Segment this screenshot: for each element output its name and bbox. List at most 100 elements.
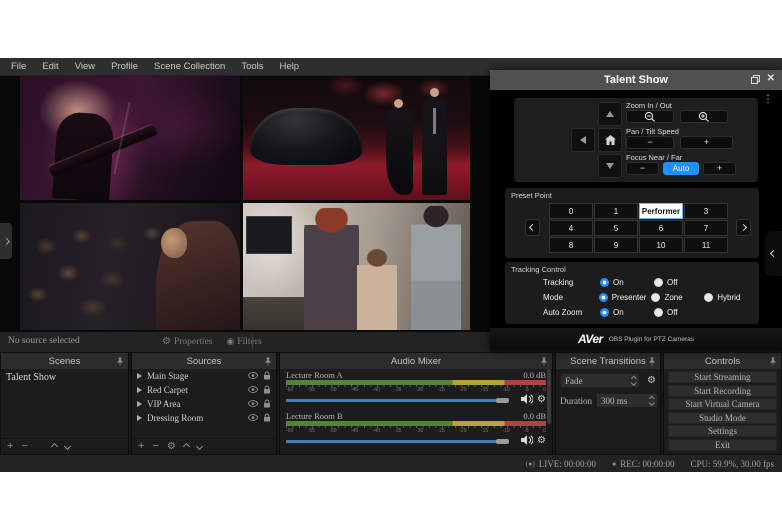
zoom-in-button[interactable] xyxy=(680,110,728,123)
visibility-eye-icon[interactable] xyxy=(248,413,258,423)
pin-icon[interactable] xyxy=(264,357,272,369)
radio-icon[interactable] xyxy=(654,308,663,317)
pin-icon[interactable] xyxy=(769,357,777,369)
mode-zone-option[interactable]: Zone xyxy=(651,293,704,302)
radio-selected-icon[interactable] xyxy=(600,278,609,287)
lock-icon[interactable] xyxy=(263,385,271,396)
radio-selected-icon[interactable] xyxy=(599,293,608,302)
kebab-menu-icon[interactable]: ⋮ xyxy=(763,94,773,105)
menu-scene-collection[interactable]: Scene Collection xyxy=(146,58,233,75)
radio-selected-icon[interactable] xyxy=(600,308,609,317)
pin-icon[interactable] xyxy=(540,357,548,369)
preview-source-dressing-room[interactable] xyxy=(243,203,470,330)
lock-icon[interactable] xyxy=(263,413,271,424)
preset-1-button[interactable]: 1 xyxy=(594,203,638,219)
dock-float-icon[interactable] xyxy=(751,75,760,87)
menu-edit[interactable]: Edit xyxy=(34,58,66,75)
visibility-eye-icon[interactable] xyxy=(248,385,258,395)
volume-slider[interactable] xyxy=(286,398,517,403)
source-down-button[interactable] xyxy=(196,443,203,450)
spinner-arrows-icon[interactable] xyxy=(650,397,654,405)
volume-handle[interactable] xyxy=(496,439,509,444)
preview-source-main-stage[interactable] xyxy=(20,76,240,200)
speaker-icon[interactable] xyxy=(521,432,533,450)
preset-performer-button[interactable]: Performer xyxy=(639,203,683,219)
source-row-red-carpet[interactable]: Red Carpet xyxy=(132,383,276,397)
scene-up-button[interactable] xyxy=(51,443,58,450)
scene-item-talent-show[interactable]: Talent Show xyxy=(1,369,128,386)
pin-icon[interactable] xyxy=(648,357,656,369)
add-scene-button[interactable]: + xyxy=(7,441,13,452)
radio-icon[interactable] xyxy=(654,278,663,287)
preset-6-button[interactable]: 6 xyxy=(639,220,683,236)
start-streaming-button[interactable]: Start Streaming xyxy=(668,371,777,383)
speed-minus-button[interactable]: − xyxy=(626,136,674,149)
volume-handle[interactable] xyxy=(496,398,509,403)
focus-near-button[interactable]: − xyxy=(626,162,659,175)
speed-plus-button[interactable]: + xyxy=(680,136,733,149)
transition-gear-button[interactable]: ⚙ xyxy=(644,373,659,388)
speaker-icon[interactable] xyxy=(521,391,533,409)
studio-mode-button[interactable]: Studio Mode xyxy=(668,412,777,424)
transition-select[interactable]: Fade xyxy=(560,373,640,388)
properties-button[interactable]: ⚙ Properties xyxy=(162,337,213,347)
zoom-out-button[interactable] xyxy=(626,110,674,123)
menu-tools[interactable]: Tools xyxy=(233,58,271,75)
expand-icon[interactable] xyxy=(137,415,142,421)
radio-icon[interactable] xyxy=(704,293,713,302)
preview-source-vip-area[interactable] xyxy=(20,203,240,330)
preset-3-button[interactable]: 3 xyxy=(684,203,728,219)
start-virtual-camera-button[interactable]: Start Virtual Camera xyxy=(668,398,777,410)
tilt-down-button[interactable] xyxy=(598,154,622,178)
volume-slider[interactable] xyxy=(286,439,517,444)
visibility-eye-icon[interactable] xyxy=(248,371,258,381)
preset-11-button[interactable]: 11 xyxy=(684,237,728,253)
start-recording-button[interactable]: Start Recording xyxy=(668,385,777,397)
mixer-scrollbar[interactable] xyxy=(546,369,552,454)
source-row-vip-area[interactable]: VIP Area xyxy=(132,397,276,411)
add-source-button[interactable]: + xyxy=(138,441,144,452)
auto-zoom-on-option[interactable]: On xyxy=(600,308,654,317)
focus-far-button[interactable]: + xyxy=(703,162,736,175)
preset-4-button[interactable]: 4 xyxy=(549,220,593,236)
preset-next-button[interactable] xyxy=(736,219,751,236)
expand-icon[interactable] xyxy=(137,373,142,379)
source-properties-gear-icon[interactable]: ⚙ xyxy=(167,442,176,452)
mode-presenter-option[interactable]: Presenter xyxy=(599,293,652,302)
preview-source-red-carpet[interactable] xyxy=(243,76,470,200)
radio-icon[interactable] xyxy=(651,293,660,302)
mode-hybrid-option[interactable]: Hybrid xyxy=(704,293,757,302)
ptz-panel-header[interactable]: Talent Show ✕ xyxy=(490,70,782,90)
pan-left-button[interactable] xyxy=(571,128,595,152)
channel-gear-icon[interactable]: ⚙ xyxy=(537,436,546,446)
menu-help[interactable]: Help xyxy=(272,58,308,75)
remove-source-button[interactable]: − xyxy=(152,441,158,452)
scene-down-button[interactable] xyxy=(64,443,71,450)
visibility-eye-icon[interactable] xyxy=(248,399,258,409)
source-row-dressing-room[interactable]: Dressing Room xyxy=(132,411,276,425)
settings-button[interactable]: Settings xyxy=(668,425,777,437)
focus-auto-button[interactable]: Auto xyxy=(663,162,699,175)
preset-0-button[interactable]: 0 xyxy=(549,203,593,219)
home-button[interactable] xyxy=(598,128,622,152)
auto-zoom-off-option[interactable]: Off xyxy=(654,308,708,317)
preset-9-button[interactable]: 9 xyxy=(594,237,638,253)
preset-10-button[interactable]: 10 xyxy=(639,237,683,253)
menu-view[interactable]: View xyxy=(67,58,103,75)
filters-button[interactable]: ◉ Filters xyxy=(227,337,262,347)
lock-icon[interactable] xyxy=(263,371,271,382)
remove-scene-button[interactable]: − xyxy=(21,441,27,452)
scrollbar-thumb[interactable] xyxy=(547,369,551,424)
source-up-button[interactable] xyxy=(183,443,190,450)
preset-8-button[interactable]: 8 xyxy=(549,237,593,253)
close-icon[interactable]: ✕ xyxy=(767,73,775,84)
expand-icon[interactable] xyxy=(137,387,142,393)
channel-gear-icon[interactable]: ⚙ xyxy=(537,395,546,405)
source-row-main-stage[interactable]: Main Stage xyxy=(132,369,276,383)
menu-profile[interactable]: Profile xyxy=(103,58,146,75)
tracking-off-option[interactable]: Off xyxy=(654,278,708,287)
left-dock-expand-handle[interactable] xyxy=(0,223,12,259)
exit-button[interactable]: Exit xyxy=(668,439,777,451)
tilt-up-button[interactable] xyxy=(598,102,622,126)
duration-spinner[interactable]: 300 ms xyxy=(596,393,658,408)
